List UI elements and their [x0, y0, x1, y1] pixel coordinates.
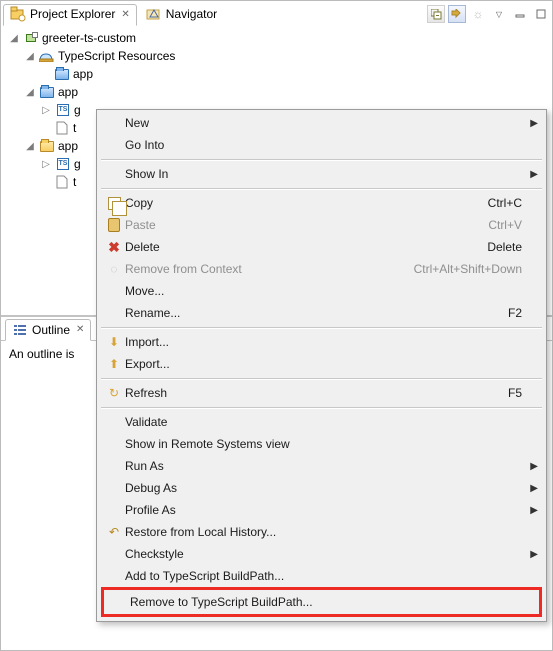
- close-icon[interactable]: ✕: [121, 9, 129, 20]
- view-menu-button[interactable]: ▽: [490, 5, 508, 23]
- expand-icon[interactable]: ◢: [8, 33, 20, 44]
- expand-icon[interactable]: ◢: [24, 51, 36, 62]
- menu-remove-buildpath[interactable]: Remove to TypeScript BuildPath...: [104, 590, 539, 614]
- menu-debug-as[interactable]: Debug As ▶: [99, 477, 544, 499]
- expand-icon[interactable]: ▷: [40, 105, 52, 116]
- ts-file-icon: TS: [55, 156, 71, 172]
- refresh-icon: ↻: [103, 386, 125, 400]
- menu-move[interactable]: Move...: [99, 280, 544, 302]
- menu-show-remote[interactable]: Show in Remote Systems view: [99, 433, 544, 455]
- paste-icon: [103, 218, 125, 232]
- tab-project-explorer[interactable]: Project Explorer ✕: [3, 4, 137, 26]
- link-editor-button[interactable]: [448, 5, 466, 23]
- tab-outline[interactable]: Outline ✕: [5, 319, 91, 341]
- menu-refresh[interactable]: ↻ Refresh F5: [99, 382, 544, 404]
- menu-rename[interactable]: Rename... F2: [99, 302, 544, 324]
- menu-copy[interactable]: Copy Ctrl+C: [99, 192, 544, 214]
- menu-separator: [101, 378, 542, 379]
- remove-context-icon: ◌: [103, 262, 125, 276]
- project-explorer-icon: [10, 6, 26, 22]
- source-folder-icon: [39, 84, 55, 100]
- project-icon: [23, 30, 39, 46]
- menu-checkstyle[interactable]: Checkstyle ▶: [99, 543, 544, 565]
- menu-run-as[interactable]: Run As ▶: [99, 455, 544, 477]
- tab-label: Outline: [32, 323, 70, 337]
- folder-icon: [39, 138, 55, 154]
- outline-icon: [12, 322, 28, 338]
- export-icon: ⬆: [103, 357, 125, 371]
- maximize-button[interactable]: [532, 5, 550, 23]
- submenu-arrow-icon: ▶: [530, 483, 538, 494]
- menu-separator: [101, 327, 542, 328]
- menu-remove-context: ◌ Remove from Context Ctrl+Alt+Shift+Dow…: [99, 258, 544, 280]
- submenu-arrow-icon: ▶: [530, 549, 538, 560]
- view-tabbar: Project Explorer ✕ Navigator ☼ ▽: [1, 1, 552, 25]
- navigator-icon: [146, 6, 162, 22]
- menu-add-buildpath[interactable]: Add to TypeScript BuildPath...: [99, 565, 544, 587]
- tree-app-res[interactable]: app: [3, 65, 550, 83]
- context-menu: New ▶ Go Into Show In ▶ Copy Ctrl+C Past…: [96, 109, 547, 622]
- close-icon[interactable]: ✕: [76, 324, 84, 335]
- menu-import[interactable]: ⬇ Import...: [99, 331, 544, 353]
- restore-icon: ↶: [103, 525, 125, 539]
- menu-go-into[interactable]: Go Into: [99, 134, 544, 156]
- library-icon: [39, 48, 55, 64]
- submenu-arrow-icon: ▶: [530, 169, 538, 180]
- tab-label: Navigator: [166, 7, 217, 21]
- tab-label: Project Explorer: [30, 7, 115, 21]
- menu-paste: Paste Ctrl+V: [99, 214, 544, 236]
- file-icon: [54, 120, 70, 136]
- expand-icon[interactable]: ▷: [40, 159, 52, 170]
- menu-restore[interactable]: ↶ Restore from Local History...: [99, 521, 544, 543]
- submenu-arrow-icon: ▶: [530, 461, 538, 472]
- menu-delete[interactable]: ✖ Delete Delete: [99, 236, 544, 258]
- ts-file-icon: TS: [55, 102, 71, 118]
- menu-validate[interactable]: Validate: [99, 411, 544, 433]
- menu-export[interactable]: ⬆ Export...: [99, 353, 544, 375]
- focus-task-button[interactable]: ☼: [469, 5, 487, 23]
- collapse-all-button[interactable]: [427, 5, 445, 23]
- submenu-arrow-icon: ▶: [530, 118, 538, 129]
- tree-ts-resources[interactable]: ◢ TypeScript Resources: [3, 47, 550, 65]
- submenu-arrow-icon: ▶: [530, 505, 538, 516]
- minimize-button[interactable]: [511, 5, 529, 23]
- menu-separator: [101, 159, 542, 160]
- menu-new[interactable]: New ▶: [99, 112, 544, 134]
- tab-navigator[interactable]: Navigator: [139, 3, 224, 25]
- expand-icon[interactable]: ◢: [24, 87, 36, 98]
- tree-project[interactable]: ◢ greeter-ts-custom: [3, 29, 550, 47]
- menu-profile-as[interactable]: Profile As ▶: [99, 499, 544, 521]
- menu-show-in[interactable]: Show In ▶: [99, 163, 544, 185]
- copy-icon: [103, 197, 125, 210]
- menu-separator: [101, 188, 542, 189]
- source-folder-icon: [54, 66, 70, 82]
- delete-icon: ✖: [103, 239, 125, 256]
- file-icon: [54, 174, 70, 190]
- menu-separator: [101, 407, 542, 408]
- import-icon: ⬇: [103, 335, 125, 349]
- expand-icon[interactable]: ◢: [24, 141, 36, 152]
- highlighted-menu-item: Remove to TypeScript BuildPath...: [101, 587, 542, 617]
- tree-app-source[interactable]: ◢ app: [3, 83, 550, 101]
